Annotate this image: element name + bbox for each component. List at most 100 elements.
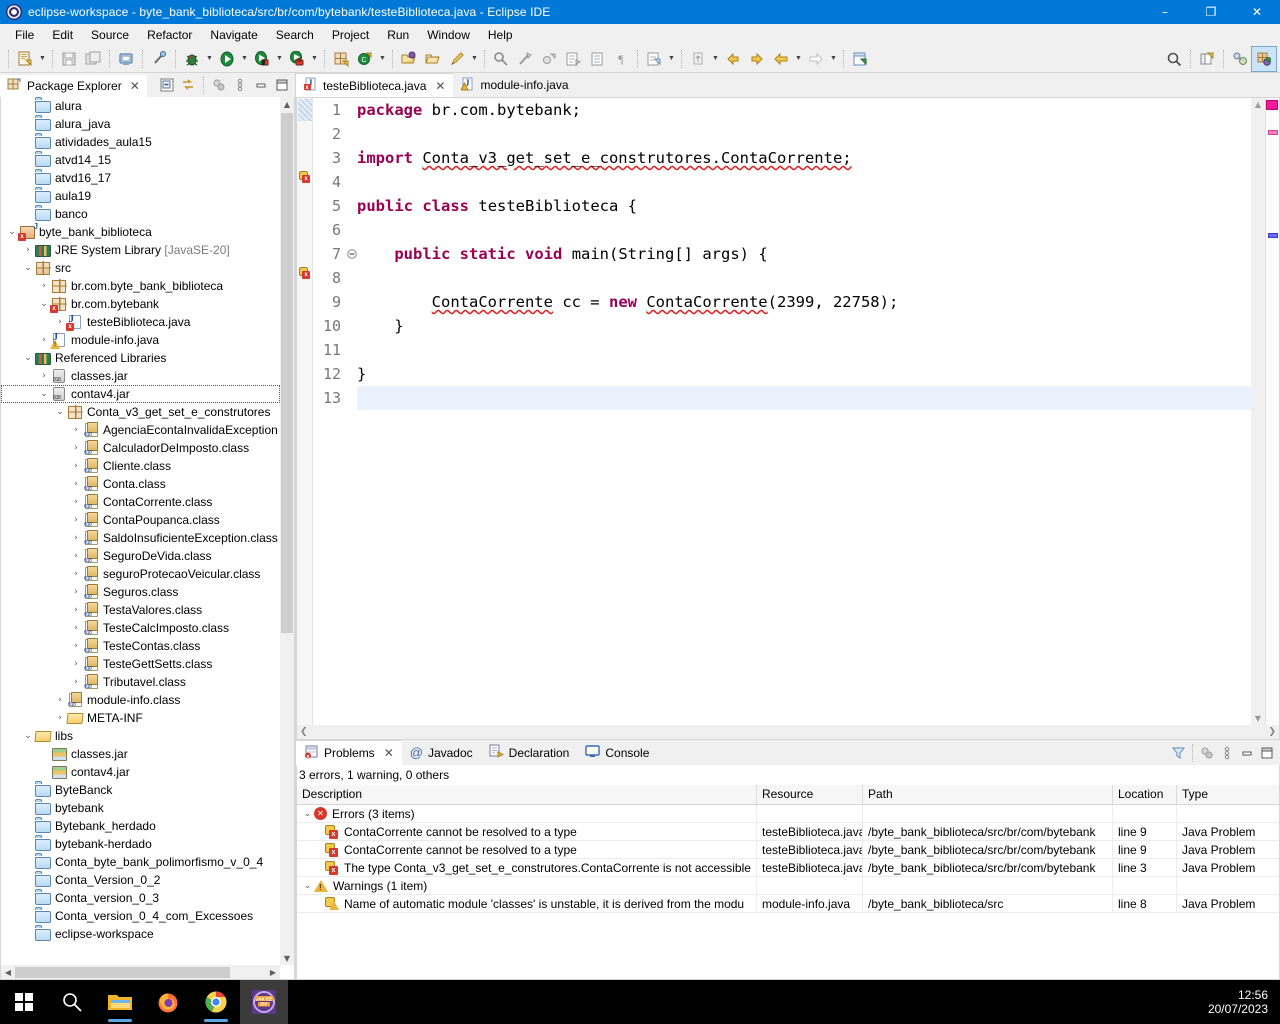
tree-item[interactable]: ⌄ contav4.jar bbox=[1, 385, 280, 403]
run-dropdown-icon[interactable]: ▼ bbox=[239, 47, 250, 71]
column-header-path[interactable]: Path bbox=[863, 785, 1113, 804]
scroll-down-icon[interactable]: ▼ bbox=[1251, 714, 1265, 723]
perspective-java-icon[interactable] bbox=[1228, 47, 1252, 71]
perspective-java-ee-icon[interactable] bbox=[1251, 45, 1277, 72]
start-icon[interactable] bbox=[0, 980, 48, 1024]
column-header-description[interactable]: Description bbox=[297, 785, 757, 804]
package-explorer-tree[interactable]: alura alura_java atividades_aula15 atvd14_1… bbox=[1, 97, 280, 965]
tree-item[interactable]: ⌄ Conta_v3_get_set_e_construtores bbox=[1, 403, 280, 421]
new-class-dropdown-icon[interactable]: ▼ bbox=[377, 47, 388, 71]
tree-item[interactable]: › br.com.byte_bank_biblioteca bbox=[1, 277, 280, 295]
close-icon[interactable]: ✕ bbox=[435, 79, 445, 93]
editor-folding-ruler[interactable] bbox=[347, 98, 357, 725]
minimize-button[interactable]: – bbox=[1142, 0, 1188, 24]
tree-item[interactable]: Conta_byte_bank_polimorfismo_v_0_4 bbox=[1, 853, 280, 871]
tree-item[interactable]: Conta_Version_0_2 bbox=[1, 871, 280, 889]
menu-help[interactable]: Help bbox=[479, 26, 522, 44]
chevron-right-icon[interactable]: › bbox=[69, 655, 83, 673]
explorer-horizontal-scrollbar[interactable]: ◀ ▶ bbox=[1, 965, 280, 979]
editor-vertical-scrollbar[interactable]: ▲ ▼ bbox=[1251, 98, 1265, 725]
chevron-right-icon[interactable]: › bbox=[37, 331, 51, 349]
scroll-up-icon[interactable]: ▲ bbox=[280, 97, 294, 111]
scroll-right-icon[interactable]: ▶ bbox=[266, 968, 280, 977]
chevron-right-icon[interactable]: › bbox=[37, 277, 51, 295]
problems-group-row[interactable]: ⌄ Warnings (1 item) bbox=[297, 876, 1279, 895]
chevron-right-icon[interactable]: › bbox=[53, 709, 67, 727]
previous-edit-icon[interactable] bbox=[721, 47, 745, 71]
save-all-icon[interactable] bbox=[81, 47, 105, 71]
tree-item[interactable]: › classes.jar bbox=[1, 367, 280, 385]
open-perspective-icon[interactable] bbox=[1195, 47, 1219, 71]
open-resource-icon[interactable] bbox=[421, 47, 445, 71]
tree-item[interactable]: Conta_version_0_3 bbox=[1, 889, 280, 907]
menu-run[interactable]: Run bbox=[378, 26, 418, 44]
next-edit-icon[interactable] bbox=[745, 47, 769, 71]
scroll-left-icon[interactable]: ❮ bbox=[300, 727, 308, 737]
forward-icon[interactable] bbox=[804, 47, 828, 71]
chevron-down-icon[interactable]: ⌄ bbox=[21, 259, 35, 277]
tree-item[interactable]: › TesteCalcImposto.class bbox=[1, 619, 280, 637]
tree-item[interactable]: › SeguroDeVida.class bbox=[1, 547, 280, 565]
skip-breakpoints-icon[interactable] bbox=[513, 47, 537, 71]
menu-project[interactable]: Project bbox=[323, 26, 378, 44]
show-whitespace-icon[interactable]: ¶ bbox=[609, 47, 633, 71]
menu-refactor[interactable]: Refactor bbox=[138, 26, 201, 44]
tree-item[interactable]: ⌄ Referenced Libraries bbox=[1, 349, 280, 367]
chevron-right-icon[interactable]: › bbox=[69, 565, 83, 583]
pin-editor-icon[interactable] bbox=[848, 47, 872, 71]
code-editor[interactable]: x x 1 2 3 4 5 6 7 8 9 10 11 12 13 packag… bbox=[296, 97, 1280, 740]
link-with-editor-icon[interactable] bbox=[178, 75, 198, 95]
tab-declaration[interactable]: Declaration bbox=[481, 740, 578, 765]
menu-edit[interactable]: Edit bbox=[43, 26, 82, 44]
view-menu-chevron-icon[interactable] bbox=[230, 75, 250, 95]
chevron-down-icon[interactable]: ⌄ bbox=[21, 727, 35, 745]
chevron-right-icon[interactable]: › bbox=[69, 493, 83, 511]
tree-item[interactable]: › Conta.class bbox=[1, 475, 280, 493]
collapse-all-icon[interactable] bbox=[157, 75, 177, 95]
editor-overview-ruler[interactable] bbox=[1265, 98, 1279, 725]
problems-row[interactable]: x The type Conta_v3_get_set_e_construtore… bbox=[297, 858, 1279, 877]
editor-annotation-ruler[interactable]: x x bbox=[297, 98, 313, 725]
tree-item[interactable]: ⌄ x br.com.bytebank bbox=[1, 295, 280, 313]
marker-pen-icon[interactable] bbox=[445, 47, 469, 71]
firefox-icon[interactable] bbox=[144, 980, 192, 1024]
menu-navigate[interactable]: Navigate bbox=[201, 26, 266, 44]
tab-console[interactable]: Console bbox=[577, 740, 657, 765]
new-icon[interactable] bbox=[13, 47, 37, 71]
view-menu-chevron-icon[interactable] bbox=[1217, 743, 1237, 763]
tree-item[interactable]: › TesteGettSetts.class bbox=[1, 655, 280, 673]
tree-item[interactable]: › ContaCorrente.class bbox=[1, 493, 280, 511]
tree-item[interactable]: › AgenciaEcontaInvalidaException bbox=[1, 421, 280, 439]
tree-item[interactable]: atvd16_17 bbox=[1, 169, 280, 187]
tree-item[interactable]: classes.jar bbox=[1, 745, 280, 763]
java-working-sets-dropdown-icon[interactable]: ▼ bbox=[666, 47, 677, 71]
maximize-button[interactable]: ❐ bbox=[1188, 0, 1234, 24]
close-icon[interactable]: ✕ bbox=[384, 746, 394, 760]
tree-item[interactable]: ⌄ src bbox=[1, 259, 280, 277]
chevron-right-icon[interactable]: › bbox=[69, 547, 83, 565]
column-header-type[interactable]: Type bbox=[1177, 785, 1279, 804]
quickfix-error-marker-line3[interactable]: x bbox=[299, 171, 312, 184]
debug-icon[interactable] bbox=[180, 47, 204, 71]
save-icon[interactable] bbox=[57, 47, 81, 71]
marker-dropdown-icon[interactable]: ▼ bbox=[469, 47, 480, 71]
tab-testebiblioteca-java[interactable]: Jx testeBiblioteca.java ✕ bbox=[296, 73, 454, 97]
search-icon[interactable] bbox=[48, 980, 96, 1024]
run-last-dropdown-icon[interactable]: ▼ bbox=[309, 47, 320, 71]
back-history-dropdown-icon[interactable]: ▼ bbox=[710, 47, 721, 71]
tree-item[interactable]: › Seguros.class bbox=[1, 583, 280, 601]
editor-horizontal-scrollbar[interactable]: ❮ ❯ bbox=[297, 725, 1279, 739]
new-class-icon[interactable]: C bbox=[353, 47, 377, 71]
view-menu-icon[interactable] bbox=[209, 75, 229, 95]
tree-item[interactable]: › module-info.class bbox=[1, 691, 280, 709]
debug-dropdown-icon[interactable]: ▼ bbox=[204, 47, 215, 71]
problems-group-row[interactable]: ⌄ Errors (3 items) bbox=[297, 804, 1279, 823]
scroll-thumb[interactable] bbox=[281, 113, 293, 633]
explorer-vertical-scrollbar[interactable]: ▲ ▼ bbox=[280, 97, 294, 965]
tree-item[interactable]: ⌄ libs bbox=[1, 727, 280, 745]
tab-problems[interactable]: x Problems ✕ bbox=[296, 740, 402, 765]
back-history-icon[interactable] bbox=[686, 47, 710, 71]
scroll-thumb-h[interactable] bbox=[15, 966, 230, 978]
chevron-right-icon[interactable]: › bbox=[37, 367, 51, 385]
chevron-right-icon[interactable]: › bbox=[69, 583, 83, 601]
